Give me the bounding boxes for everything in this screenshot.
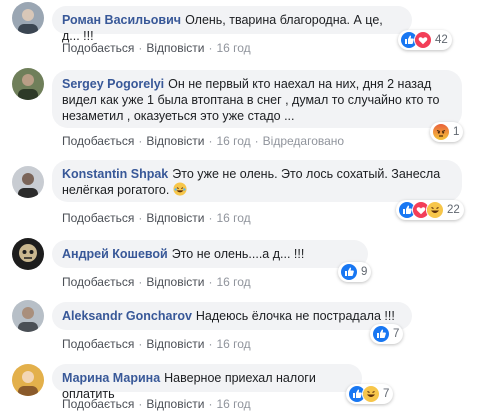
comment-time[interactable]: 16 год (216, 275, 250, 289)
comment-actions: Подобається · Відповісти · 16 год (62, 210, 251, 226)
laughing-emoji-icon (173, 182, 187, 196)
reply-link[interactable]: Відповісти (146, 397, 204, 411)
comment-time[interactable]: 16 год (216, 134, 250, 148)
angry-reaction-icon (432, 123, 450, 141)
separator: · (208, 337, 213, 351)
comment-actions: Подобається · Відповісти · 16 год · Відредагов… (62, 133, 344, 149)
haha-reaction-icon (426, 201, 444, 219)
comment-bubble: Aleksandr Goncharov Надеюсь ёлочка не пос… (52, 302, 412, 330)
separator: · (208, 211, 213, 225)
reaction-count: 42 (435, 34, 448, 46)
separator: · (138, 41, 143, 55)
separator: · (208, 397, 213, 411)
comment-time[interactable]: 16 год (216, 397, 250, 411)
like-link[interactable]: Подобається (62, 134, 134, 148)
avatar[interactable] (12, 68, 44, 100)
comment-bubble: Андрей Кошевой Это не олень....а д... !!! (52, 240, 368, 268)
like-link[interactable]: Подобається (62, 41, 134, 55)
reactions-summary[interactable]: 9 (338, 262, 372, 282)
reaction-count: 7 (383, 388, 390, 400)
comment-bubble: Konstantin Shpak Это уже не олень. Это ло… (52, 160, 462, 202)
comment-actions: Подобається · Відповісти · 16 год (62, 396, 251, 412)
avatar[interactable] (12, 364, 44, 396)
avatar[interactable] (12, 166, 44, 198)
reply-link[interactable]: Відповісти (146, 337, 204, 351)
comment-author[interactable]: Sergey Pogorelyi (62, 77, 164, 91)
reactions-summary[interactable]: 7 (346, 384, 394, 404)
separator: · (138, 134, 143, 148)
comment-actions: Подобається · Відповісти · 16 год (62, 336, 251, 352)
avatar[interactable] (12, 2, 44, 34)
comment-time[interactable]: 16 год (216, 41, 250, 55)
avatar[interactable] (12, 238, 44, 270)
comment-author[interactable]: Марина Марина (62, 371, 160, 385)
comment-actions: Подобається · Відповісти · 16 год (62, 40, 251, 56)
like-link[interactable]: Подобається (62, 275, 134, 289)
comment-text: Это не олень....а д... !!! (171, 247, 305, 261)
haha-reaction-icon (362, 385, 380, 403)
reply-link[interactable]: Відповісти (146, 275, 204, 289)
comment-text: Надеюсь ёлочка не пострадала !!! (195, 309, 395, 323)
reaction-count: 9 (361, 266, 368, 278)
like-reaction-icon (340, 263, 358, 281)
avatar[interactable] (12, 300, 44, 332)
comment-author[interactable]: Konstantin Shpak (62, 167, 168, 181)
like-reaction-icon (372, 325, 390, 343)
love-reaction-icon (414, 31, 432, 49)
comment-bubble: Роман Васильович Олень, тварина благородн… (52, 6, 412, 43)
like-link[interactable]: Подобається (62, 211, 134, 225)
comment-actions: Подобається · Відповісти · 16 год (62, 274, 251, 290)
like-link[interactable]: Подобається (62, 337, 134, 351)
separator: · (138, 211, 143, 225)
like-link[interactable]: Подобається (62, 397, 134, 411)
reaction-count: 22 (447, 204, 460, 216)
reactions-summary[interactable]: 42 (398, 30, 452, 50)
reactions-summary[interactable]: 7 (370, 324, 404, 344)
edited-label[interactable]: Відредаговано (263, 134, 344, 148)
comment-author[interactable]: Роман Васильович (62, 13, 181, 27)
separator: · (138, 337, 143, 351)
separator: · (208, 41, 213, 55)
reaction-count: 7 (393, 328, 400, 340)
comment-author[interactable]: Андрей Кошевой (62, 247, 168, 261)
reply-link[interactable]: Відповісти (146, 211, 204, 225)
reply-link[interactable]: Відповісти (146, 134, 204, 148)
comment-bubble: Марина Марина Наверное приехал налоги опл… (52, 364, 362, 401)
reactions-summary[interactable]: 22 (396, 200, 464, 220)
separator: · (138, 397, 143, 411)
comment-bubble: Sergey Pogorelyi Он не первый кто наехал … (52, 70, 462, 128)
reactions-summary[interactable]: 1 (430, 122, 464, 142)
comment-time[interactable]: 16 год (216, 337, 250, 351)
separator: · (208, 134, 213, 148)
comment-author[interactable]: Aleksandr Goncharov (62, 309, 192, 323)
separator: · (208, 275, 213, 289)
comment-time[interactable]: 16 год (216, 211, 250, 225)
separator: · (138, 275, 143, 289)
reply-link[interactable]: Відповісти (146, 41, 204, 55)
reaction-count: 1 (453, 126, 460, 138)
separator: · (254, 134, 259, 148)
